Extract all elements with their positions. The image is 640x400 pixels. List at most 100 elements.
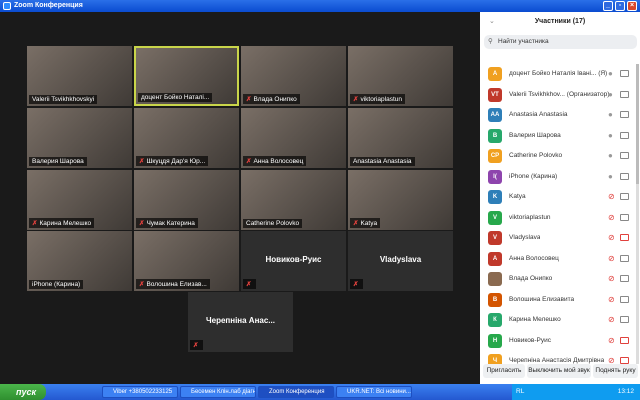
participant-row[interactable]: I( iPhone (Карина) ● [480,167,635,187]
clock: 13:12 [617,388,634,395]
mic-icon[interactable]: ● [608,110,613,119]
mic-muted-icon[interactable]: ⊘ [608,336,615,345]
video-tile[interactable]: Черепніна Анас... ✗ [188,292,293,352]
participant-name: Волошина Елизавита [509,295,575,303]
avatar: VT [488,87,502,102]
participant-row[interactable]: K Katya ⊘ [480,187,635,207]
camera-icon[interactable] [620,70,629,77]
participant-name: доцент Бойко Наталія Івані... (Я) [509,70,608,77]
video-tile[interactable]: iPhone (Карина) [27,231,132,291]
avatar [488,272,502,286]
avatar: В [488,292,502,307]
mic-icon[interactable]: ● [608,151,613,160]
mic-icon[interactable]: ● [608,131,613,140]
video-tile[interactable]: Valerii Tsvikhkhovskyi [27,46,132,106]
scrollbar[interactable] [636,64,639,364]
video-tile[interactable]: ✗ Katya [348,170,453,230]
mute-me-button[interactable]: Выключить мой звук [527,364,591,378]
video-tile[interactable]: ✗ Карина Мелешко [27,170,132,230]
camera-off-icon[interactable] [620,234,629,241]
camera-icon[interactable] [620,90,629,98]
participant-name: iPhone (Карина) [509,172,558,180]
camera-off-icon[interactable] [620,336,629,344]
video-tile[interactable]: доцент Бойко Наталі... [134,46,239,106]
participant-row[interactable]: CP Catherine Polovko ● [480,146,635,166]
mic-muted-icon[interactable]: ⊘ [608,192,615,201]
mic-icon[interactable]: ● [608,69,613,78]
mic-muted-icon[interactable]: ⊘ [608,315,615,324]
video-tile[interactable]: ✗ viktoriaplastun [348,46,453,106]
video-tile[interactable]: ✗ Волошина Елизав... [134,231,239,291]
video-tile[interactable]: Валерия Шарова [27,108,132,168]
participant-row[interactable]: V Vladyslava ⊘ [480,228,635,248]
camera-icon[interactable] [620,131,629,139]
video-gallery: Valerii Tsvikhkhovskyi доцент Бойко Натал… [0,12,480,384]
camera-icon[interactable] [620,152,629,159]
camera-icon[interactable] [620,111,629,118]
taskbar-item-viber[interactable]: Viber +380502233125 [102,386,178,398]
search-icon: ⚲ [488,38,493,45]
taskbar-item-browser[interactable]: UKR.NET: Всі новини... [336,386,412,398]
raise-hand-button[interactable]: Поднять руку [593,364,638,378]
system-tray: RL 13:12 [512,384,640,400]
tile-name: ✗ [243,279,257,289]
avatar: В [488,128,502,143]
participant-row[interactable]: AA Anastasia Anastasia ● [480,105,635,125]
tile-name: Валерия Шарова [29,157,87,166]
camera-icon[interactable] [620,254,629,262]
mic-muted-icon: ✗ [246,96,252,103]
camera-icon[interactable] [620,213,629,221]
camera-icon[interactable] [620,193,629,200]
participant-row[interactable]: Влада Онипко ⊘ [480,269,635,289]
tile-name: ✗ viktoriaplastun [350,94,406,104]
participant-row[interactable]: A доцент Бойко Наталія Івані... (Я) ● [480,64,635,84]
video-tile[interactable]: ✗ Чумак Катерина [134,170,239,230]
mic-icon[interactable]: ● [608,90,613,99]
start-button[interactable]: пуск [0,384,46,400]
video-tile[interactable]: Catherine Polovko [241,170,346,230]
tile-name-text: Карина Мелешко [39,220,92,227]
participant-row[interactable]: В Волошина Елизавита ⊘ [480,290,635,310]
camera-icon[interactable] [620,275,629,282]
avatar: I( [488,169,502,184]
tile-name: iPhone (Карина) [29,280,84,289]
tile-name-text: Волошина Елизав... [146,281,207,288]
participant-name: Валерия Шарова [509,131,561,139]
video-tile[interactable]: ✗ Влада Онипко [241,46,346,106]
participant-row[interactable]: В Валерия Шарова ● [480,126,635,146]
participants-panel: ⌄ Участники (17) ⚲ Найти участника A доце… [480,12,640,384]
taskbar-item-folder[interactable]: Бесемен Клін.лаб діагн [180,386,256,398]
camera-off-icon[interactable] [620,357,629,364]
taskbar-item-zoom[interactable]: Zoom Конференция [258,386,334,398]
video-tile[interactable]: Новиков-Руис ✗ [241,231,346,291]
participant-row[interactable]: VT Valerii Tsvikhkhov... (Организатор) ● [480,85,635,105]
mic-muted-icon[interactable]: ⊘ [608,213,615,222]
video-tile[interactable]: Vladyslava ✗ [348,231,453,291]
avatar: AA [488,108,502,122]
participant-row[interactable]: А Анна Волосовец ⊘ [480,249,635,269]
minimize-button[interactable]: _ [603,1,613,11]
search-input[interactable]: ⚲ Найти участника [484,35,637,49]
camera-icon[interactable] [620,316,629,323]
participant-name: Черепніна Анастасія Дмитрівна [509,357,605,364]
participant-row[interactable]: Н Новиков-Руис ⊘ [480,331,635,351]
participant-row[interactable]: V viktoriaplastun ⊘ [480,208,635,228]
camera-icon[interactable] [620,295,629,303]
mic-icon[interactable]: ● [608,172,613,181]
camera-icon[interactable] [620,172,629,180]
close-button[interactable]: × [627,1,637,11]
mic-muted-icon[interactable]: ⊘ [608,295,615,304]
mic-muted-icon[interactable]: ⊘ [608,233,615,242]
participant-row[interactable]: К Карина Мелешко ⊘ [480,310,635,330]
video-tile[interactable]: Anastasia Anastasia [348,108,453,168]
mic-muted-icon[interactable]: ⊘ [608,274,615,283]
tile-name: ✗ [350,279,364,289]
language-indicator[interactable]: RL [516,388,524,395]
video-tile[interactable]: ✗ Анна Волосовец [241,108,346,168]
mic-muted-icon[interactable]: ⊘ [608,254,615,263]
maximize-button[interactable]: ▫ [615,1,625,11]
invite-button[interactable]: Пригласить [483,364,525,378]
tile-name: доцент Бойко Наталі... [138,93,213,102]
video-tile[interactable]: ✗ Шкуцдя Дар'я Юр... [134,108,239,168]
tile-name: Catherine Polovko [243,219,303,228]
